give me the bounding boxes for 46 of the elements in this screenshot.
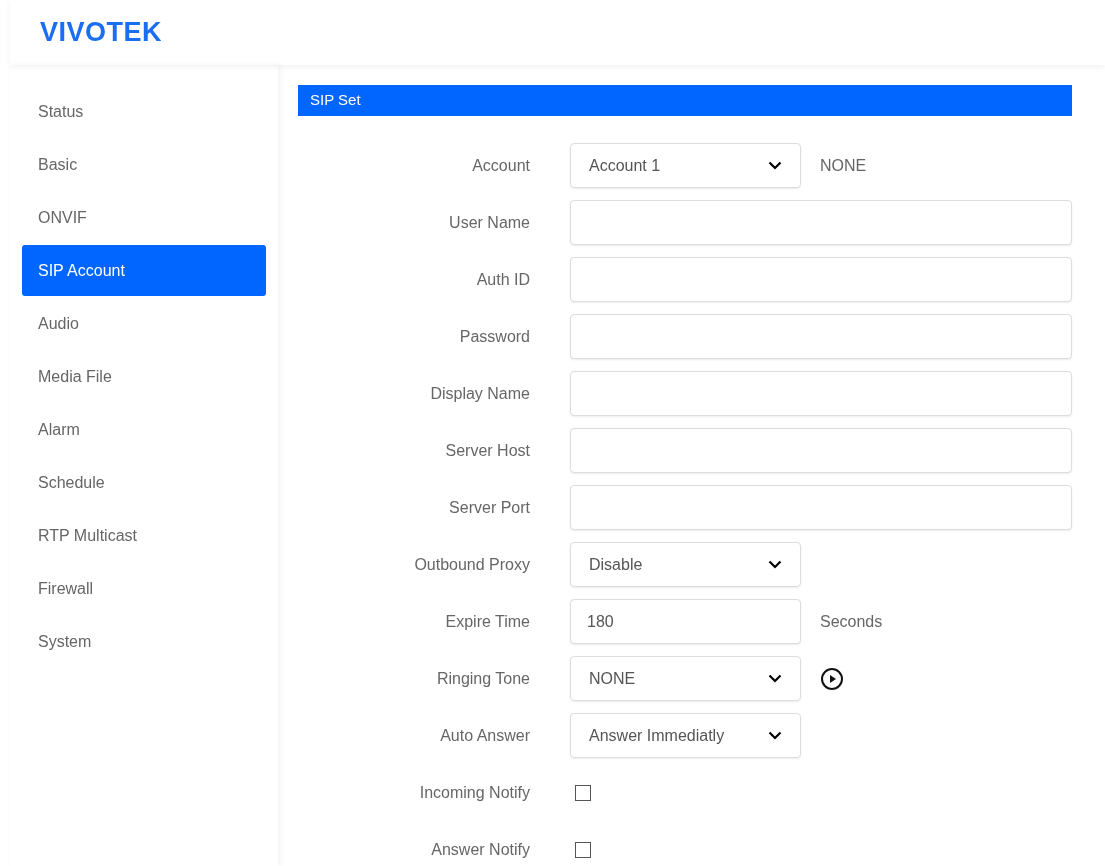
field-label: Answer Notify [430, 839, 530, 860]
sidebar-item[interactable]: System [22, 616, 266, 667]
field-label: Password [458, 326, 530, 347]
sidebar-item[interactable]: Status [22, 86, 266, 137]
text-field[interactable] [570, 428, 1072, 473]
sidebar-item[interactable]: Basic [22, 139, 266, 190]
field-label: Server Host [444, 440, 530, 461]
play-icon[interactable] [820, 666, 844, 691]
sidebar-item[interactable]: Schedule [22, 457, 266, 508]
field-note: NONE [820, 155, 867, 176]
dropdown[interactable]: Account 1 [570, 143, 801, 188]
field-label: Outbound Proxy [413, 554, 530, 575]
field-label: Server Port [448, 497, 530, 518]
sidebar-item[interactable]: Alarm [22, 404, 266, 455]
field-label: Display Name [429, 383, 530, 404]
section-title: SIP Set [310, 90, 361, 111]
checkbox[interactable] [575, 784, 591, 801]
dropdown[interactable]: NONE [570, 656, 801, 701]
chevron-down-icon [768, 161, 782, 170]
dropdown[interactable]: Disable [570, 542, 801, 587]
text-field[interactable] [570, 257, 1072, 302]
text-field[interactable]: 180 [570, 599, 801, 644]
field-label: Auth ID [475, 269, 530, 290]
text-field[interactable] [570, 371, 1072, 416]
field-note: Seconds [820, 611, 883, 632]
chevron-down-icon [768, 674, 782, 683]
chevron-down-icon [768, 731, 782, 740]
field-label: Account [471, 155, 530, 176]
field-label: Ringing Tone [435, 668, 530, 689]
field-label: Auto Answer [439, 725, 530, 746]
sidebar-item[interactable]: Firewall [22, 563, 266, 614]
sidebar-item[interactable]: RTP Multicast [22, 510, 266, 561]
field-label: Expire Time [444, 611, 530, 632]
dropdown[interactable]: Answer Immediatly [570, 713, 801, 758]
text-field[interactable] [570, 314, 1072, 359]
chevron-down-icon [768, 560, 782, 569]
sidebar-item[interactable]: SIP Account [22, 245, 266, 296]
sidebar-item[interactable]: Media File [22, 351, 266, 402]
text-field[interactable] [570, 485, 1072, 530]
field-label: Incoming Notify [418, 782, 530, 803]
sidebar-item[interactable]: ONVIF [22, 192, 266, 243]
logo: VIVOTEK [40, 19, 163, 46]
sidebar-item[interactable]: Audio [22, 298, 266, 349]
field-label: User Name [448, 212, 530, 233]
text-field[interactable] [570, 200, 1072, 245]
checkbox[interactable] [575, 841, 591, 858]
